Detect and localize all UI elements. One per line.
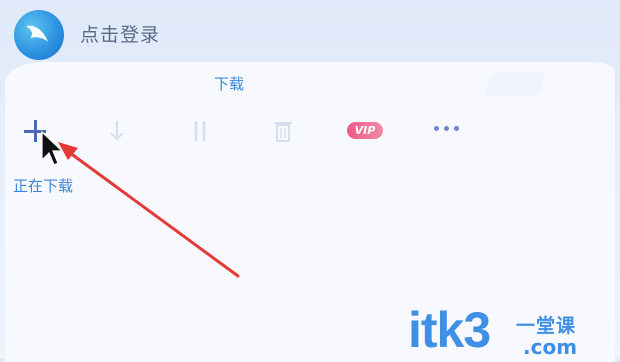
bird-logo-icon[interactable] bbox=[14, 10, 64, 60]
downloading-label[interactable]: 正在下载 bbox=[13, 175, 73, 196]
tab-download[interactable]: 下载 bbox=[214, 73, 244, 94]
vip-button[interactable]: VIP bbox=[347, 122, 383, 139]
login-link[interactable]: 点击登录 bbox=[80, 20, 160, 47]
more-dots-icon[interactable] bbox=[434, 126, 464, 136]
title-bar: 点击登录 bbox=[0, 0, 620, 62]
inactive-tab[interactable] bbox=[484, 72, 546, 96]
watermark-top: 一堂课 bbox=[516, 315, 577, 337]
pause-button[interactable] bbox=[190, 118, 210, 144]
watermark-bottom: .com bbox=[523, 335, 578, 359]
watermark: itk3 bbox=[408, 302, 491, 358]
start-button[interactable] bbox=[106, 118, 128, 144]
trash-icon bbox=[274, 122, 292, 142]
pause-icon bbox=[194, 121, 206, 141]
delete-button[interactable] bbox=[272, 118, 294, 144]
download-arrow-icon bbox=[110, 121, 124, 141]
